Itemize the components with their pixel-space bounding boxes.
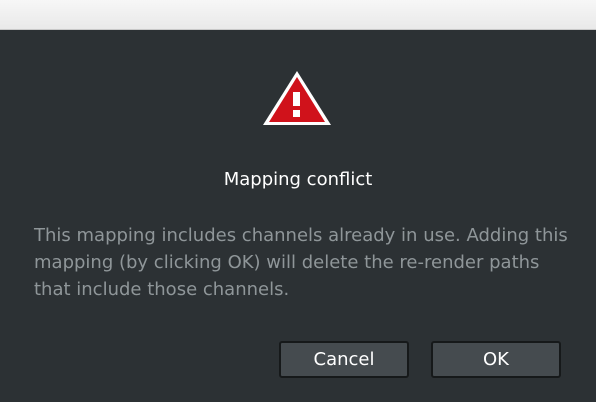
warning-icon — [261, 68, 333, 128]
dialog-message: This mapping includes channels already i… — [34, 225, 568, 300]
cancel-button[interactable]: Cancel — [279, 341, 409, 378]
mapping-conflict-dialog: Mapping conflict This mapping includes c… — [0, 30, 596, 402]
ok-button[interactable]: OK — [431, 341, 561, 378]
dialog-title: Mapping conflict — [223, 169, 373, 190]
window-titlebar — [0, 0, 596, 30]
